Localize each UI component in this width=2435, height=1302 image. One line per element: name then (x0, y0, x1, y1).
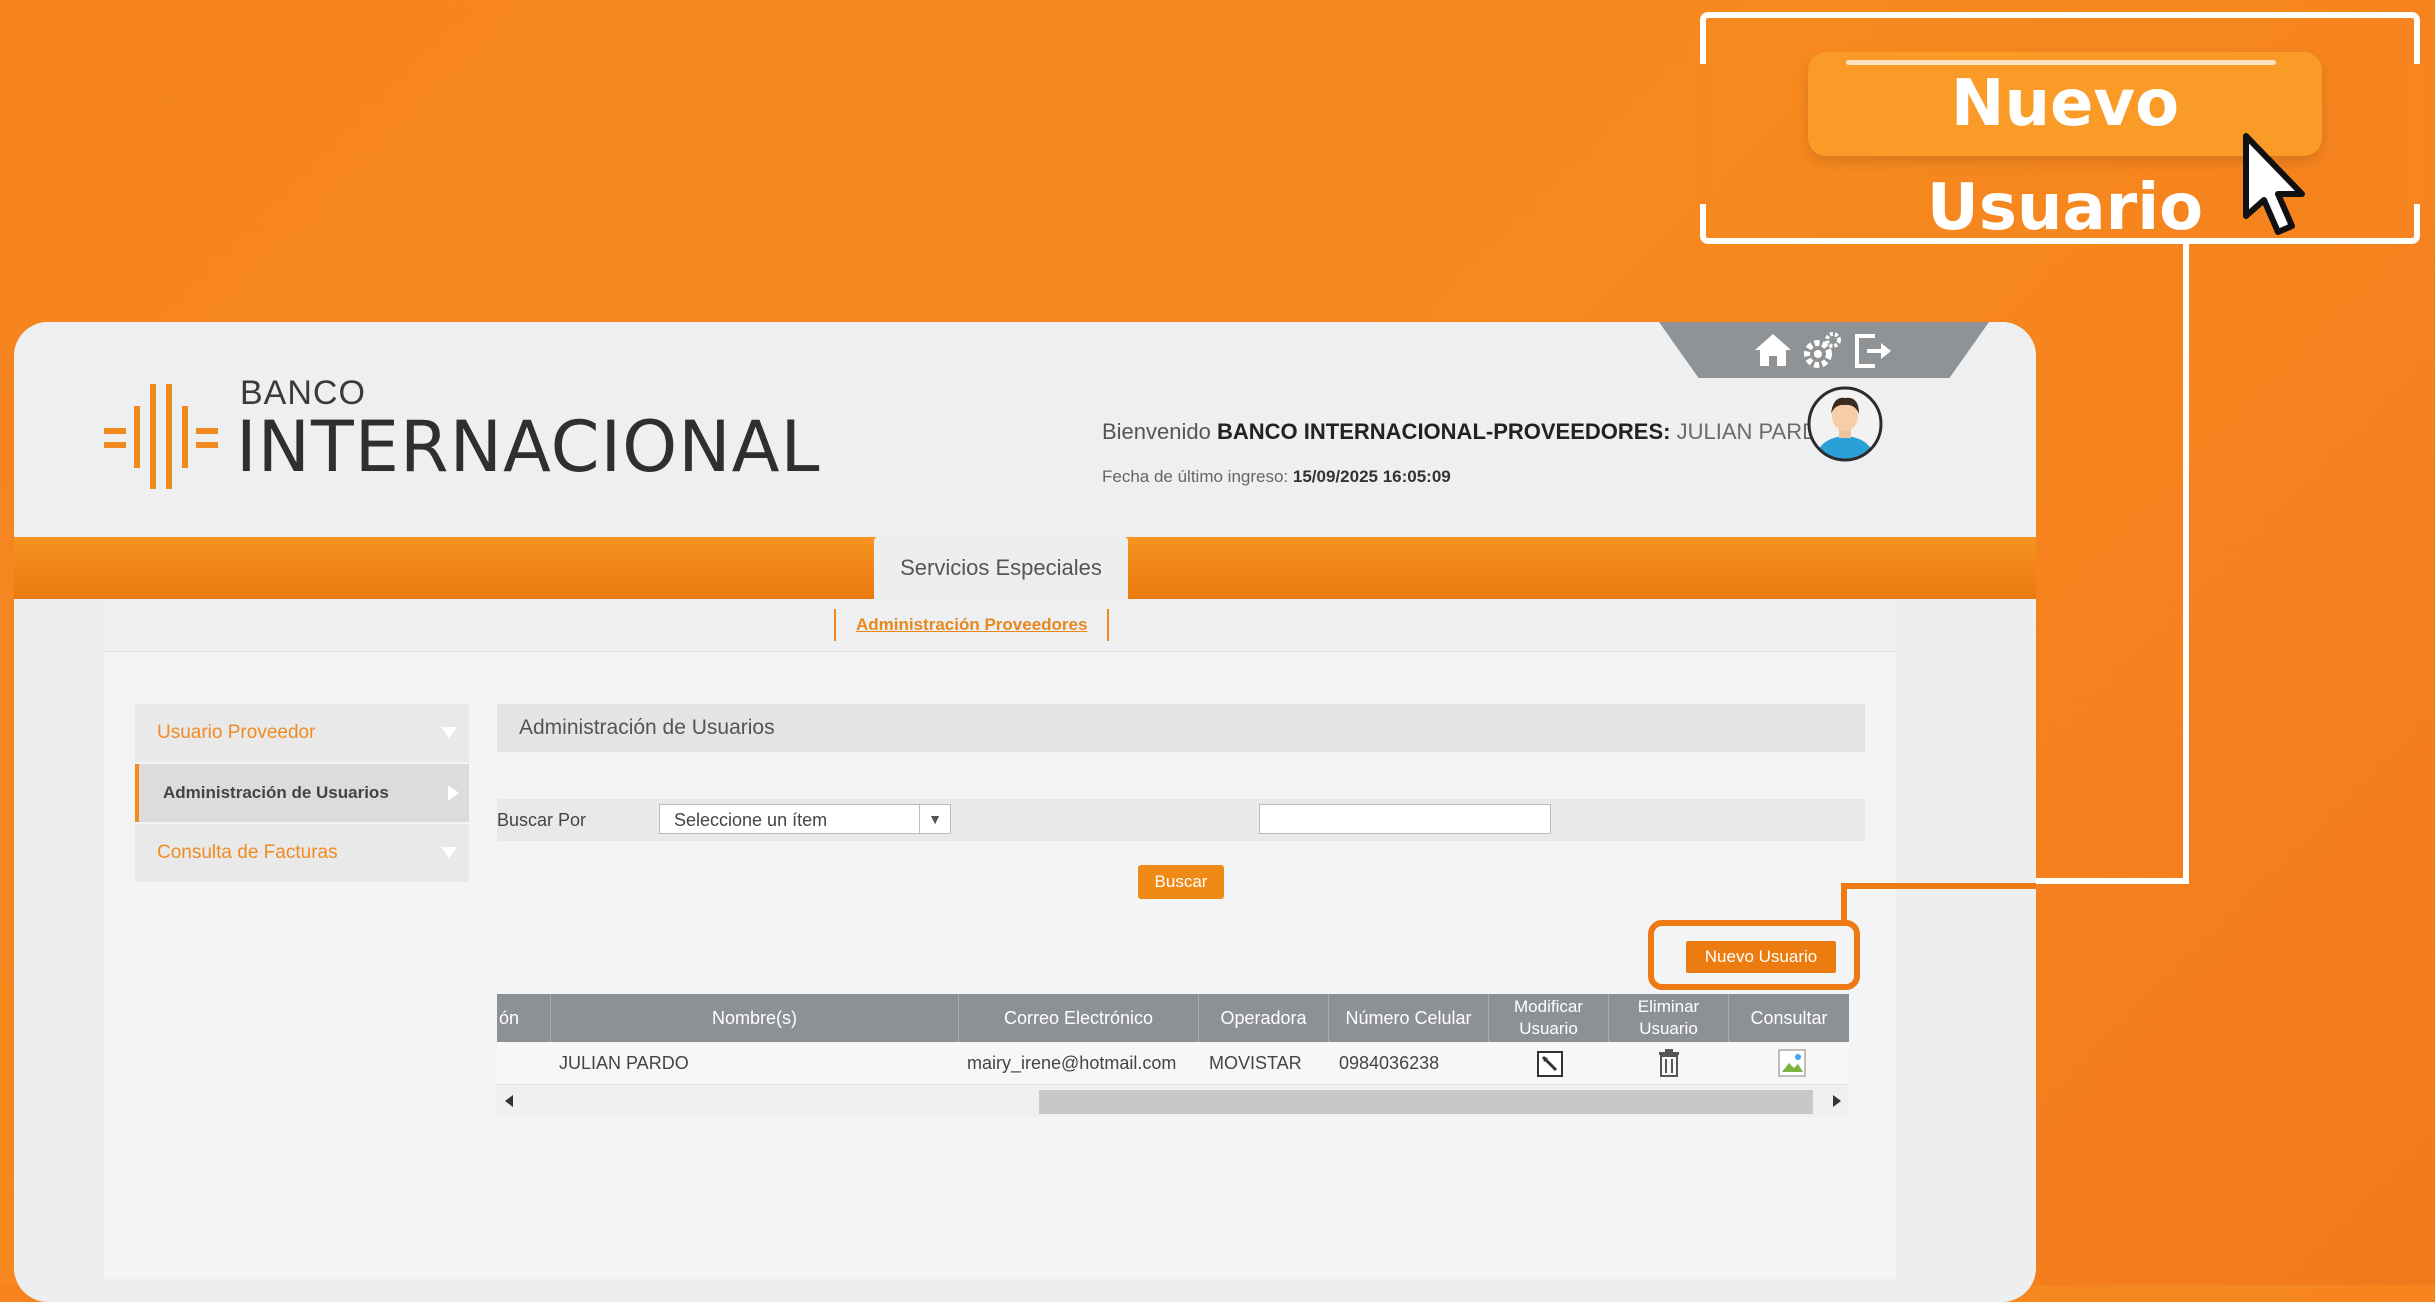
cell-operadora: MOVISTAR (1209, 1053, 1302, 1073)
main-content: Administración Proveedores Usuario Prove… (104, 599, 2036, 1279)
search-row: Buscar Por Seleccione un ítem ▼ (497, 799, 1865, 841)
last-login: Fecha de último ingreso: 15/09/2025 16:0… (1102, 467, 1451, 487)
column-header: Consultar (1750, 1008, 1828, 1028)
trash-icon[interactable] (1657, 1048, 1681, 1078)
sidebar-item-consulta-facturas[interactable]: Consulta de Facturas (135, 824, 469, 882)
page-title: Administración de Usuarios (497, 704, 1865, 752)
chevron-down-icon (441, 727, 457, 738)
tab-servicios-especiales[interactable]: Servicios Especiales (874, 537, 1128, 599)
logo-name-text: INTERNACIONAL (236, 406, 821, 488)
welcome-prefix: Bienvenido (1102, 419, 1211, 444)
cell-correo: mairy_irene@hotmail.com (967, 1053, 1177, 1073)
top-icon-bar (1659, 322, 1989, 378)
column-header: Eliminar Usuario (1609, 994, 1729, 1042)
search-by-select[interactable]: Seleccione un ítem ▼ (659, 804, 951, 834)
search-label: Buscar Por (497, 810, 587, 830)
zoom-callout: Nuevo Usuario (1698, 12, 2422, 245)
nuevo-usuario-zoomed-label: Nuevo Usuario (1926, 67, 2204, 245)
edit-icon[interactable] (1536, 1050, 1564, 1078)
scroll-left-arrow-icon[interactable] (505, 1095, 513, 1107)
sub-nav: Administración Proveedores (104, 599, 1896, 652)
last-login-label: Fecha de último ingreso: (1102, 467, 1289, 486)
table-header: ón Nombre(s) Correo Electrónico Operador… (497, 994, 1849, 1042)
sidebar-item-administracion-usuarios[interactable]: Administración de Usuarios (135, 764, 469, 822)
column-header: Número Celular (1329, 994, 1489, 1042)
horizontal-scrollbar[interactable] (497, 1085, 1849, 1117)
settings-icon[interactable] (1801, 328, 1845, 372)
logo-mark-icon (104, 384, 218, 489)
connector-line (2034, 878, 2189, 884)
scroll-thumb[interactable] (1039, 1090, 1813, 1114)
app-window: BANCO INTERNACIONAL Bienvenido BANCO INT… (14, 322, 2036, 1302)
column-header: Nombre(s) (551, 994, 959, 1042)
mouse-cursor-icon (2243, 133, 2305, 235)
welcome-text: Bienvenido BANCO INTERNACIONAL-PROVEEDOR… (1102, 419, 1835, 445)
highlight-connector (1841, 883, 1847, 923)
chevron-right-icon (448, 785, 459, 801)
avatar[interactable] (1807, 386, 1883, 462)
header: BANCO INTERNACIONAL Bienvenido BANCO INT… (14, 322, 2036, 537)
column-header: Correo Electrónico (959, 994, 1199, 1042)
nuevo-usuario-button[interactable]: Nuevo Usuario (1686, 941, 1836, 973)
callout-gap (1698, 64, 1710, 204)
home-icon[interactable] (1751, 328, 1795, 372)
company-name: BANCO INTERNACIONAL-PROVEEDORES: (1217, 419, 1671, 444)
users-table: ón Nombre(s) Correo Electrónico Operador… (497, 994, 1849, 1117)
highlight-connector (1841, 883, 2036, 889)
tab-administracion-proveedores[interactable]: Administración Proveedores (834, 609, 1110, 641)
callout-gap (2410, 64, 2422, 204)
chevron-down-icon (441, 847, 457, 858)
sidebar-item-label: Usuario Proveedor (157, 722, 316, 743)
sidebar-item-label: Consulta de Facturas (157, 842, 338, 863)
cell-celular: 0984036238 (1339, 1053, 1440, 1073)
search-input[interactable] (1259, 804, 1551, 834)
connector-line (2183, 244, 2189, 884)
bank-logo: BANCO INTERNACIONAL (104, 372, 820, 492)
sidebar-item-usuario-proveedor[interactable]: Usuario Proveedor (135, 704, 469, 762)
sidebar-item-label: Administración de Usuarios (163, 783, 389, 802)
broken-image-icon[interactable] (1777, 1048, 1807, 1078)
last-login-value: 15/09/2025 16:05:09 (1292, 467, 1451, 486)
column-header: Modificar Usuario (1489, 994, 1609, 1042)
logout-icon[interactable] (1851, 328, 1895, 372)
dropdown-arrow-icon[interactable]: ▼ (919, 805, 950, 833)
button-shine (1846, 60, 2276, 65)
cell-nombre: JULIAN PARDO (559, 1053, 689, 1073)
sidebar: Usuario Proveedor Administración de Usua… (135, 704, 469, 884)
table-row: JULIAN PARDO mairy_irene@hotmail.com MOV… (497, 1042, 1849, 1085)
select-value: Seleccione un ítem (674, 810, 828, 830)
scroll-right-arrow-icon[interactable] (1833, 1095, 1841, 1107)
buscar-button[interactable]: Buscar (1138, 865, 1224, 899)
column-header: ón (497, 994, 551, 1042)
column-header: Operadora (1199, 994, 1329, 1042)
